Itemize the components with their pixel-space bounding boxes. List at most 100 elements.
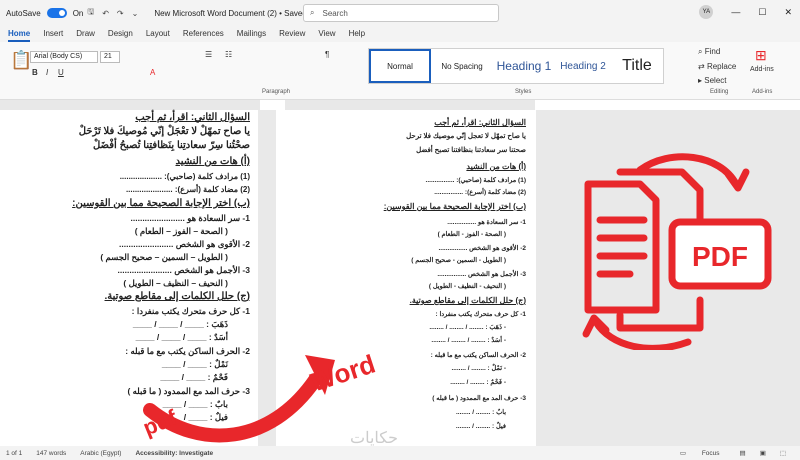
pdf-document-icon: PDF — [582, 153, 772, 352]
bold-icon[interactable]: B — [32, 68, 38, 77]
right-line-b2-options: ( الطويل - السمين - صحيح الجسم ) — [411, 257, 506, 264]
replace-icon: ⇄ — [698, 62, 707, 71]
styles-gallery: Normal No Spacing Heading 1 Heading 2 Ti… — [368, 48, 664, 84]
paragraph-group-label: Paragraph — [262, 89, 291, 95]
left-line-verse2: صحْتُنا سِرّ سعادتِنا بِنَظافتِنا تُصبحُ… — [92, 140, 250, 151]
right-line-b1-options: ( الصحة - الفوز - الطعام ) — [437, 231, 506, 238]
tab-mailings[interactable]: Mailings — [237, 26, 266, 42]
right-line-a2: (2) مضاد كلمة (أسرع): ................ — [434, 189, 526, 196]
addins-icon[interactable]: ⊞ — [755, 47, 767, 64]
right-line-c3: 3- حرف المد مع الممدود ( ما قبله ) — [432, 395, 526, 402]
language[interactable]: Arabic (Egypt) — [80, 450, 121, 457]
left-line-verse1: يا صاح تمهّلْ لا تعْجَلْ إنّي مُوصيكَ فل… — [78, 126, 250, 137]
focus-button[interactable]: ▭ Focus — [680, 449, 734, 457]
customize-icon[interactable]: ⌄ — [132, 9, 139, 18]
ribbon: 📋 Arial (Body CS) 21 B I U A ☰ ☷ ¶ Parag… — [0, 42, 800, 100]
search-box[interactable]: ⌕ Search — [303, 4, 499, 22]
tab-insert[interactable]: Insert — [43, 26, 63, 42]
right-line-c3b: فيلٌ : ........ / ........ — [455, 423, 506, 430]
search-icon: ⌕ — [310, 8, 315, 17]
autosave-toggle[interactable] — [46, 8, 67, 18]
window-controls: YA — ☐ ✕ — [699, 5, 792, 19]
left-line-a1: (1) مرادف كلمة (صاحبي): ................… — [119, 172, 250, 181]
focus-label: Focus — [701, 450, 720, 457]
accessibility-status[interactable]: Accessibility: Investigate — [135, 450, 213, 457]
styles-group-label: Styles — [515, 89, 532, 95]
right-line-c2b: - فَحْمٌ : ........ / ........ — [450, 379, 506, 386]
select-button[interactable]: ▸ Select — [698, 76, 726, 85]
pdf-badge-text: PDF — [692, 241, 748, 272]
word-count[interactable]: 147 words — [36, 450, 66, 457]
right-line-section-b: (ب) اختر الإجابة الصحيحة مما بين القوسين… — [383, 202, 526, 211]
tab-layout[interactable]: Layout — [146, 26, 170, 42]
search-placeholder: Search — [322, 8, 348, 18]
style-heading2[interactable]: Heading 2 — [555, 49, 611, 83]
redo-icon[interactable]: ↷ — [117, 9, 124, 18]
curved-arrow-icon — [143, 355, 335, 443]
right-line-b3-options: ( النحيف - النظيف - الطويل ) — [428, 283, 506, 290]
tab-references[interactable]: References — [183, 26, 224, 42]
ruler-left — [0, 100, 260, 110]
right-line-a1: (1) مرادف كلمة (صاحبي): ................ — [425, 177, 526, 184]
tab-draw[interactable]: Draw — [76, 26, 95, 42]
left-line-section-b: (ب) اختر الإجابة الصحيحة مما بين القوسين… — [72, 198, 250, 209]
editing-group-label: Editing — [710, 89, 729, 95]
left-line-b2: 2- الأقوى هو الشخص .....................… — [119, 239, 250, 249]
left-line-b3: 3- الأجمل هو الشخص .....................… — [117, 265, 250, 275]
bullets-icon[interactable]: ☰ — [205, 50, 212, 59]
left-line-c1: 1- كل حرف متحرك يكتب منفردا : — [131, 306, 250, 316]
print-layout-icon[interactable]: ▣ — [760, 449, 766, 457]
replace-button[interactable]: ⇄ Replace — [698, 62, 736, 71]
replace-label: Replace — [706, 62, 737, 71]
right-line-c2: 2- الحرف الساكن يكتب مع ما قبله : — [430, 352, 526, 359]
style-heading1[interactable]: Heading 1 — [493, 49, 555, 83]
style-title[interactable]: Title — [611, 49, 663, 83]
autosave-label: AutoSave — [6, 8, 41, 18]
save-icon[interactable]: 🖫 — [87, 6, 94, 20]
underline-icon[interactable]: U — [58, 68, 64, 77]
right-line-title: السؤال الثاني: اقرأ، ثم أجب — [434, 118, 526, 127]
right-line-verse2: صحتنا سر سعادتنا بنظافتنا تصبح أفضل — [416, 147, 526, 154]
left-line-section-c: (ج) حلل الكلمات إلى مقاطع صوتية. — [104, 291, 250, 302]
ruler-right — [285, 100, 535, 110]
web-layout-icon[interactable]: ⬚ — [780, 449, 786, 457]
style-normal[interactable]: Normal — [369, 49, 431, 83]
left-line-b3-options: ( النحيف – النظيف – الطويل ) — [123, 278, 228, 288]
tab-help[interactable]: Help — [349, 26, 365, 42]
avatar[interactable]: YA — [699, 5, 714, 19]
ribbon-tabs: Home Insert Draw Design Layout Reference… — [0, 26, 800, 42]
left-line-c1a: ذَهَبَ : ____ / ____ / ____ — [132, 319, 228, 329]
right-line-b2: 2- الأقوى هو الشخص ................ — [438, 245, 526, 252]
font-size-select[interactable]: 21 — [100, 51, 120, 63]
right-line-b3: 3- الأجمل هو الشخص ................ — [437, 271, 526, 278]
right-line-section-a: (أ) هات من النشيد — [466, 162, 526, 171]
read-mode-icon[interactable]: ▤ — [740, 449, 746, 457]
tab-view[interactable]: View — [318, 26, 335, 42]
maximize-icon[interactable]: ☐ — [758, 7, 766, 18]
focus-icon: ▭ — [679, 450, 688, 457]
find-icon: ⌕ — [698, 47, 705, 56]
undo-icon[interactable]: ↶ — [102, 9, 109, 18]
addins-button[interactable]: Add-ins — [750, 66, 774, 73]
find-button[interactable]: ⌕ Find — [698, 47, 720, 57]
tab-design[interactable]: Design — [108, 26, 133, 42]
right-line-c1: 1- كل حرف متحرك يكتب منفردا : — [435, 311, 527, 318]
tab-home[interactable]: Home — [8, 26, 31, 42]
font-name-select[interactable]: Arial (Body CS) — [30, 51, 98, 63]
pilcrow-icon[interactable]: ¶ — [325, 50, 329, 59]
right-line-c3a: بابٌ : ........ / ........ — [456, 409, 506, 416]
watermark: حكايات — [350, 430, 398, 447]
tab-review[interactable]: Review — [279, 26, 305, 42]
italic-icon[interactable]: I — [46, 68, 48, 77]
font-color-icon[interactable]: A — [150, 68, 155, 77]
numbering-icon[interactable]: ☷ — [225, 50, 232, 59]
right-line-section-c: (ج) حلل الكلمات إلى مقاطع صوتية. — [409, 296, 526, 305]
minimize-icon[interactable]: — — [731, 7, 740, 17]
close-icon[interactable]: ✕ — [784, 7, 792, 18]
left-line-b1-options: ( الصحة – الفوز – الطعام ) — [134, 226, 228, 236]
right-line-b1: 1- سر السعادة هو ................ — [447, 219, 526, 226]
style-no-spacing[interactable]: No Spacing — [431, 49, 493, 83]
right-line-c2a: - نَمْلٌ : ........ / ........ — [451, 365, 506, 372]
page-count[interactable]: 1 of 1 — [6, 450, 22, 457]
left-line-a2: (2) مضاد كلمة (أسرع): ..................… — [125, 185, 250, 194]
